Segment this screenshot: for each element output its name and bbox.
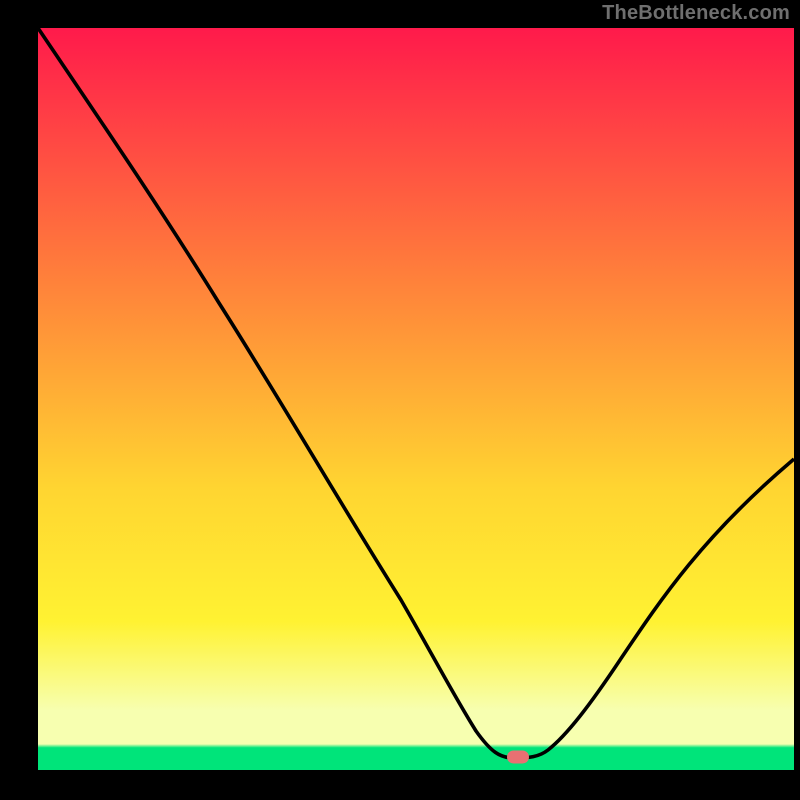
chart-frame: TheBottleneck.com <box>0 0 800 800</box>
watermark-text: TheBottleneck.com <box>602 2 790 25</box>
plot-area <box>38 28 794 770</box>
curve-path <box>38 28 794 758</box>
optimal-marker <box>507 751 529 764</box>
bottleneck-curve <box>38 28 794 770</box>
